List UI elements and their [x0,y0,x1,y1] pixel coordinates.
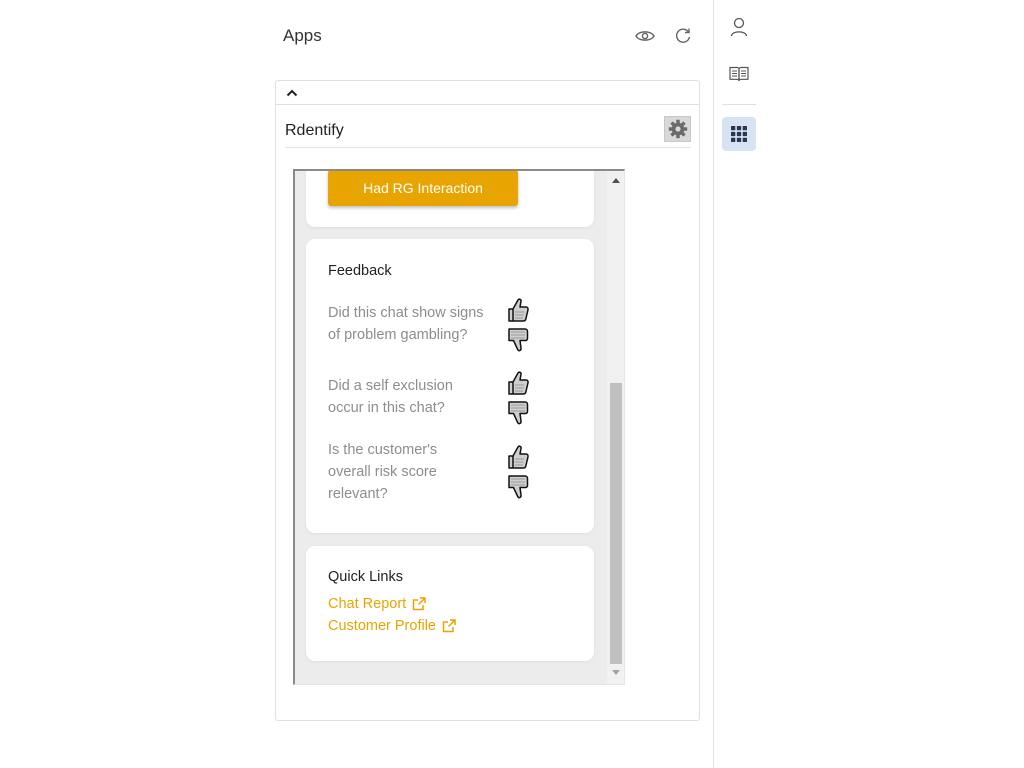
sidebar-divider [713,0,714,768]
book-icon[interactable] [722,57,756,91]
collapse-bar [276,81,699,105]
quick-links-card: Quick Links Chat Report Customer Profile [306,546,594,661]
scroll-up-arrow-icon[interactable] [607,173,624,188]
feedback-question: Is the customer's overall risk score rel… [328,442,438,502]
refresh-icon[interactable] [671,24,695,48]
thumbs-up-icon[interactable] [506,370,530,396]
quick-links-title: Quick Links [328,569,403,585]
scrollbar[interactable] [607,171,624,684]
user-icon[interactable] [722,10,756,44]
app-frame: Had RG Interaction Feedback Did this cha… [293,169,625,685]
app-panel: Rdentify Had RG Interaction Feedback Did… [275,80,700,721]
app-name: Rdentify [285,122,344,139]
chat-report-link[interactable]: Chat Report [328,596,426,612]
external-link-icon [412,597,426,611]
chevron-up-icon[interactable] [284,85,300,101]
apps-grid-icon[interactable] [722,117,756,151]
scrollbar-thumb[interactable] [610,383,622,664]
scroll-down-arrow-icon[interactable] [607,665,624,680]
customer-profile-link[interactable]: Customer Profile [328,618,456,634]
feedback-title: Feedback [328,263,392,279]
frame-content: Had RG Interaction Feedback Did this cha… [295,171,606,684]
thumbs-up-icon[interactable] [506,297,530,323]
divider [285,147,691,148]
thumbs-up-icon[interactable] [506,444,530,470]
external-link-icon [442,619,456,633]
thumbs-down-icon[interactable] [506,474,530,500]
apps-title: Apps [283,26,322,45]
had-rg-interaction-button[interactable]: Had RG Interaction [328,171,518,206]
gear-icon[interactable] [664,116,691,142]
feedback-question: Did a self exclusion occur in this chat? [328,378,453,416]
thumbs-down-icon[interactable] [506,400,530,426]
feedback-question: Did this chat show signs of problem gamb… [328,305,484,343]
link-label: Customer Profile [328,618,436,634]
sidebar-separator [722,104,756,105]
eye-icon[interactable] [633,24,657,48]
apps-header: Apps [283,24,703,50]
actions-card: Had RG Interaction [306,171,594,227]
thumbs-down-icon[interactable] [506,327,530,353]
feedback-card: Feedback Did this chat show signs of pro… [306,239,594,533]
link-label: Chat Report [328,596,407,612]
